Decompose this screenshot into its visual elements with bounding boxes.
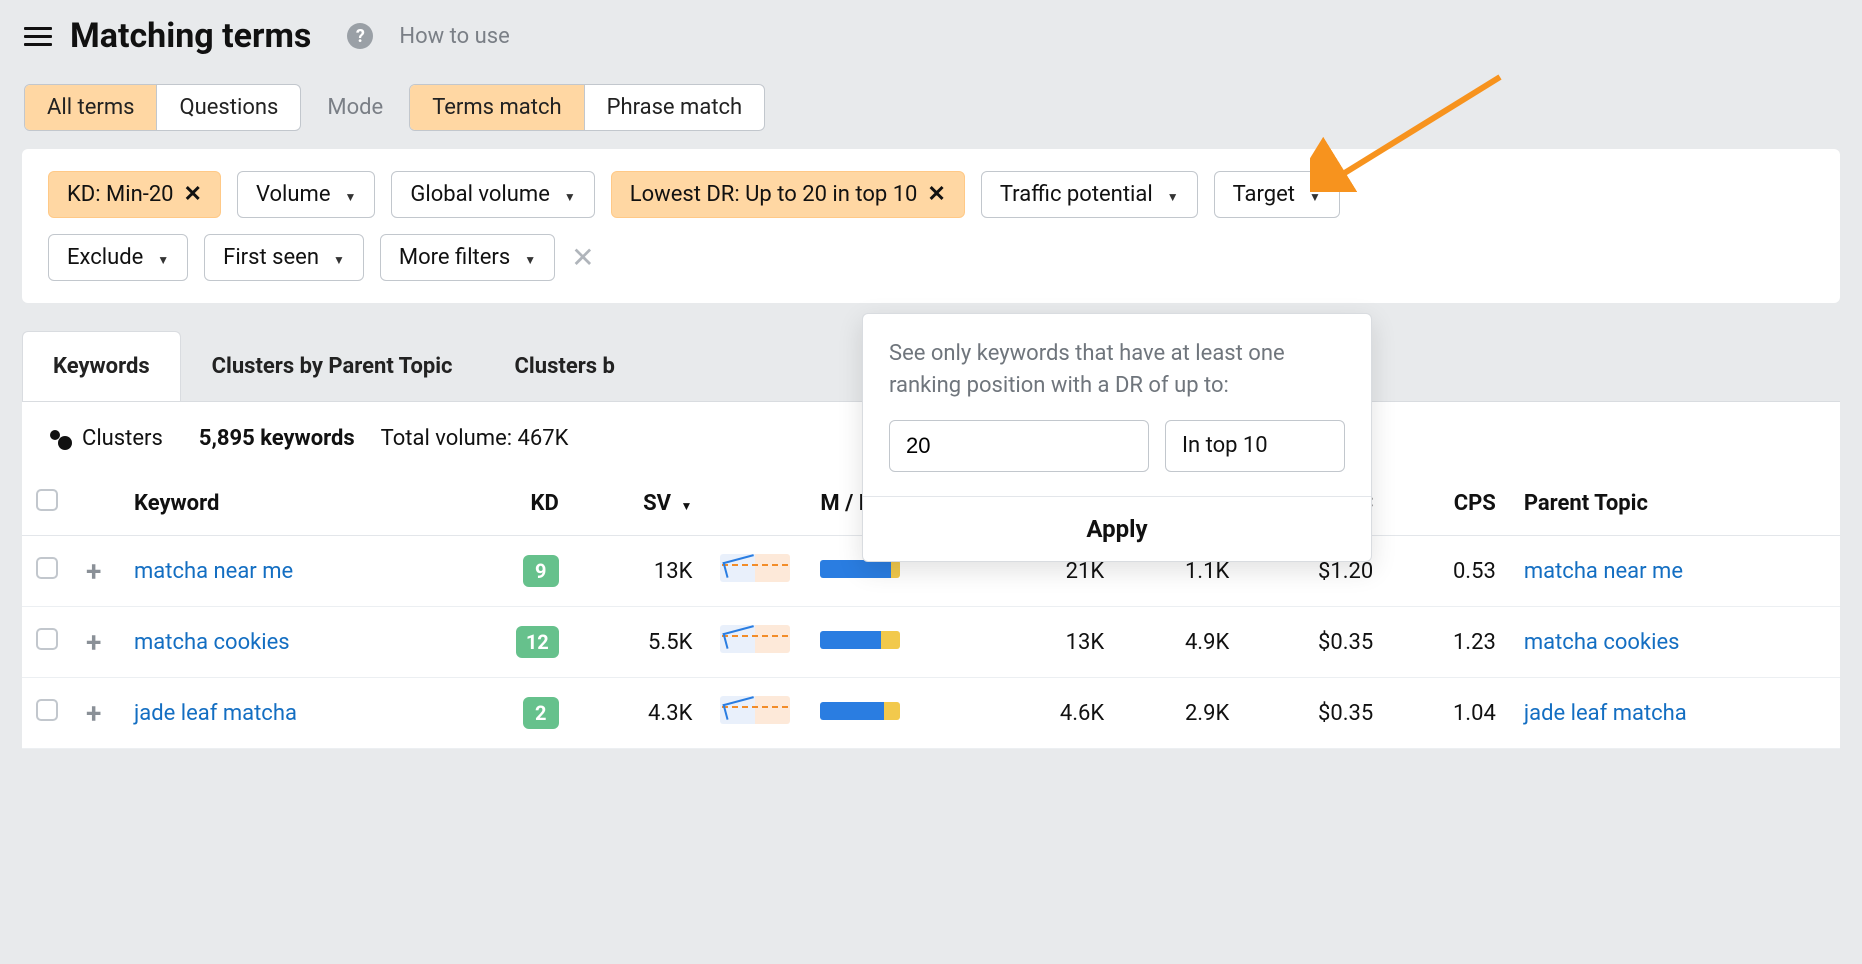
select-all-checkbox[interactable] — [36, 489, 58, 511]
chevron-down-icon — [560, 182, 576, 207]
popover-description: See only keywords that have at least one… — [889, 338, 1345, 402]
gsv-value: 4.6K — [993, 678, 1118, 749]
filter-target-label: Target — [1233, 182, 1295, 207]
tab-phrase-match[interactable]: Phrase match — [585, 85, 765, 130]
filter-more-filters[interactable]: More filters — [380, 234, 555, 281]
filter-more-filters-label: More filters — [399, 245, 510, 270]
cps-value: 1.23 — [1387, 607, 1510, 678]
tp-value: 2.9K — [1118, 678, 1243, 749]
filter-bar: KD: Min-20 ✕ Volume Global volume Lowest… — [22, 149, 1840, 303]
row-checkbox[interactable] — [36, 628, 58, 650]
filter-traffic-potential[interactable]: Traffic potential — [981, 171, 1198, 218]
chevron-down-icon — [520, 245, 536, 270]
filter-first-seen[interactable]: First seen — [204, 234, 364, 281]
mode-label: Mode — [327, 95, 383, 120]
kd-badge: 12 — [516, 626, 559, 658]
clusters-icon — [50, 428, 72, 450]
filter-traffic-potential-label: Traffic potential — [1000, 182, 1153, 207]
keyword-link[interactable]: matcha near me — [134, 559, 293, 584]
total-volume: Total volume: 467K — [381, 426, 569, 451]
filter-volume[interactable]: Volume — [237, 171, 375, 218]
parent-topic-link[interactable]: matcha near me — [1524, 559, 1683, 584]
row-checkbox[interactable] — [36, 699, 58, 721]
row-checkbox[interactable] — [36, 557, 58, 579]
tab-terms-match[interactable]: Terms match — [410, 85, 584, 130]
cps-value: 0.53 — [1387, 536, 1510, 607]
filter-exclude-label: Exclude — [67, 245, 143, 270]
in-top-select[interactable]: In top 10 — [1165, 420, 1345, 472]
col-keyword[interactable]: Keyword — [120, 471, 450, 536]
md-bar — [820, 560, 900, 578]
kd-badge: 9 — [523, 555, 559, 587]
filter-global-volume[interactable]: Global volume — [391, 171, 594, 218]
sv-value: 4.3K — [573, 678, 707, 749]
keyword-count: 5,895 keywords — [199, 426, 355, 451]
view-tab-clusters-b[interactable]: Clusters b — [484, 331, 646, 401]
clusters-label: Clusters — [82, 426, 163, 451]
expand-icon[interactable]: + — [86, 555, 101, 588]
scope-segmented: All terms Questions — [24, 84, 301, 131]
dr-value-input[interactable] — [889, 420, 1149, 472]
filter-kd[interactable]: KD: Min-20 ✕ — [48, 171, 221, 218]
view-tab-clusters-parent[interactable]: Clusters by Parent Topic — [181, 331, 484, 401]
kd-badge: 2 — [523, 697, 559, 729]
close-icon[interactable]: ✕ — [927, 182, 945, 207]
col-parent-topic[interactable]: Parent Topic — [1510, 471, 1840, 536]
keyword-link[interactable]: jade leaf matcha — [134, 701, 297, 726]
help-icon[interactable]: ? — [347, 23, 373, 49]
filter-lowest-dr-label: Lowest DR: Up to 20 in top 10 — [630, 182, 918, 207]
filter-volume-label: Volume — [256, 182, 331, 207]
col-sv-label: SV — [643, 491, 671, 516]
sort-desc-icon — [677, 491, 693, 516]
md-bar — [820, 702, 900, 720]
col-kd[interactable]: KD — [450, 471, 573, 536]
mode-segmented: Terms match Phrase match — [409, 84, 765, 131]
expand-icon[interactable]: + — [86, 626, 101, 659]
parent-topic-link[interactable]: jade leaf matcha — [1524, 701, 1687, 726]
table-row: + matcha cookies 12 5.5K 13K4.9K$0.351.23 mat… — [22, 607, 1840, 678]
lowest-dr-popover: See only keywords that have at least one… — [862, 313, 1372, 562]
filter-lowest-dr[interactable]: Lowest DR: Up to 20 in top 10 ✕ — [611, 171, 965, 218]
chevron-down-icon — [1163, 182, 1179, 207]
cpc-value: $0.35 — [1243, 607, 1387, 678]
sv-value: 13K — [573, 536, 707, 607]
how-to-use-link[interactable]: How to use — [399, 24, 509, 49]
top-header: Matching terms ? How to use All terms Qu… — [0, 0, 1862, 149]
filter-exclude[interactable]: Exclude — [48, 234, 188, 281]
cps-value: 1.04 — [1387, 678, 1510, 749]
expand-icon[interactable]: + — [86, 697, 101, 730]
chevron-down-icon — [153, 245, 169, 270]
arrow-annotation-icon — [1310, 72, 1510, 192]
tab-all-terms[interactable]: All terms — [25, 85, 157, 130]
table-row: + jade leaf matcha 2 4.3K 4.6K2.9K$0.351.04 j… — [22, 678, 1840, 749]
cpc-value: $0.35 — [1243, 678, 1387, 749]
results-section: See only keywords that have at least one… — [22, 331, 1840, 749]
sv-value: 5.5K — [573, 607, 707, 678]
tab-questions[interactable]: Questions — [157, 85, 300, 130]
sparkline-icon — [720, 625, 790, 653]
chevron-down-icon — [329, 245, 345, 270]
filter-kd-label: KD: Min-20 — [67, 182, 174, 207]
gsv-value: 13K — [993, 607, 1118, 678]
page-title: Matching terms — [70, 16, 311, 56]
in-top-select-label: In top 10 — [1182, 433, 1268, 458]
chevron-down-icon — [340, 182, 356, 207]
sparkline-icon — [720, 554, 790, 582]
tp-value: 4.9K — [1118, 607, 1243, 678]
col-cps[interactable]: CPS — [1387, 471, 1510, 536]
md-bar — [820, 631, 900, 649]
keyword-link[interactable]: matcha cookies — [134, 630, 290, 655]
sparkline-icon — [720, 696, 790, 724]
filter-global-volume-label: Global volume — [410, 182, 550, 207]
menu-icon[interactable] — [24, 27, 52, 46]
close-icon[interactable]: ✕ — [184, 182, 202, 207]
col-sv[interactable]: SV — [573, 471, 707, 536]
clear-filters-icon[interactable]: ✕ — [571, 241, 594, 274]
view-tab-keywords[interactable]: Keywords — [22, 331, 181, 401]
apply-button[interactable]: Apply — [863, 496, 1371, 561]
clusters-dropdown[interactable]: Clusters — [50, 426, 173, 451]
filter-first-seen-label: First seen — [223, 245, 319, 270]
parent-topic-link[interactable]: matcha cookies — [1524, 630, 1680, 655]
